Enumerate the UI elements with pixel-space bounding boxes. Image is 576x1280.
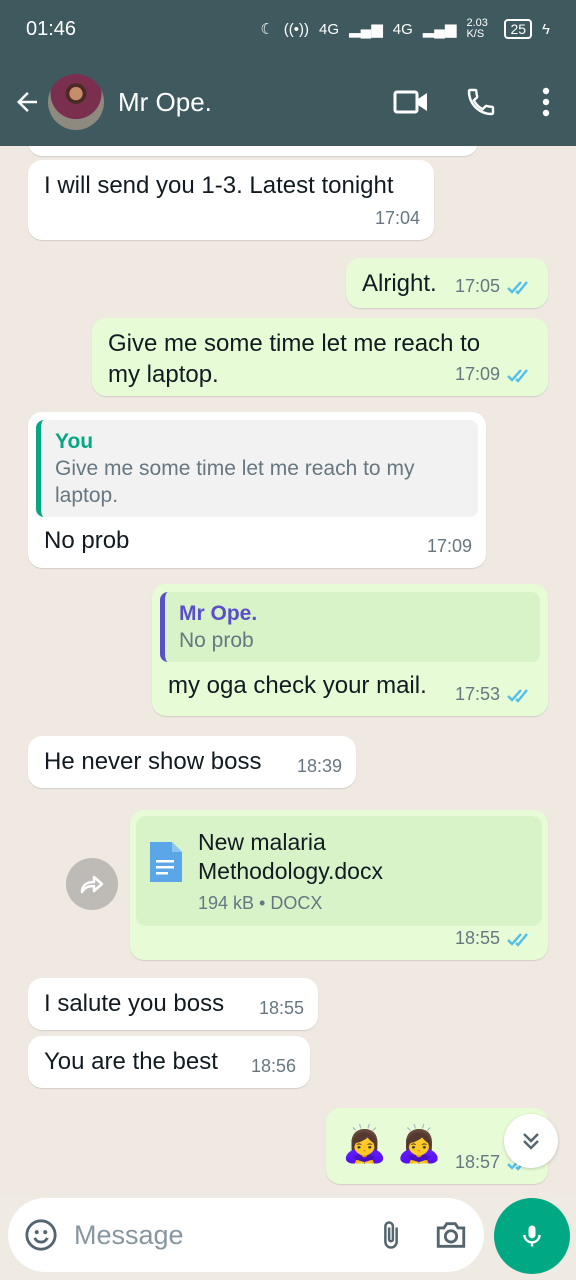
message-bubble-partial [28, 146, 478, 156]
message-incoming[interactable]: I will send you 1-3. Latest tonight 17:0… [28, 160, 434, 240]
signal-icon-2: ▂▄▆ [422, 21, 457, 38]
message-outgoing-reply[interactable]: Mr Ope. No prob my oga check your mail. … [152, 584, 548, 716]
quoted-message[interactable]: You Give me some time let me reach to my… [36, 420, 478, 517]
message-time: 17:09 [454, 364, 500, 384]
scroll-down-icon[interactable] [504, 1114, 558, 1168]
message-time: 17:05 [454, 276, 500, 296]
document-attachment[interactable]: New malaria Methodology.docx 194 kB • DO… [136, 816, 542, 926]
message-incoming-reply[interactable]: You Give me some time let me reach to my… [28, 412, 486, 568]
status-bar: 01:46 ☾ ((•)) 4G ▂▄▆ 4G ▂▄▆ 2.03 K/S 25 … [0, 0, 576, 58]
message-time: 18:56 [250, 1056, 296, 1076]
message-time: 18:55 [258, 998, 304, 1018]
message-time: 18:57 [454, 1152, 500, 1172]
document-icon [150, 842, 182, 882]
quote-text: No prob [179, 629, 254, 652]
contact-name[interactable]: Mr Ope. [118, 87, 376, 118]
charging-icon: ϟ [542, 20, 550, 38]
message-time: 18:39 [296, 756, 342, 776]
document-name: New malaria Methodology.docx [198, 829, 383, 884]
menu-dots-icon[interactable] [516, 87, 576, 117]
mic-icon[interactable] [494, 1198, 570, 1274]
message-text: I salute you boss [44, 990, 225, 1017]
document-meta: 194 kB • DOCX [198, 893, 323, 913]
message-text: 🙇‍♀️ 🙇‍♀️ [342, 1123, 442, 1164]
message-input-bar: Message [8, 1198, 484, 1272]
back-arrow-icon[interactable] [0, 87, 46, 117]
camera-icon[interactable] [434, 1218, 468, 1252]
network-1: 4G [319, 20, 340, 38]
forward-icon[interactable] [66, 858, 118, 910]
message-text: No prob [44, 527, 130, 554]
hotspot-icon: ((•)) [283, 20, 310, 38]
message-time: 17:09 [426, 536, 472, 556]
video-call-icon[interactable] [376, 87, 446, 117]
double-check-icon [507, 368, 528, 383]
message-input[interactable]: Message [74, 1220, 376, 1251]
emoji-icon[interactable] [24, 1218, 58, 1252]
message-outgoing[interactable]: Alright. 17:05 [346, 258, 548, 308]
status-right: ☾ ((•)) 4G ▂▄▆ 4G ▂▄▆ 2.03 K/S 25 ϟ [260, 18, 550, 40]
quote-text: Give me some time let me reach to my lap… [55, 457, 415, 507]
net-speed: 2.03 K/S [466, 17, 488, 40]
message-text: Alright. [362, 270, 437, 297]
double-check-icon [507, 280, 528, 295]
moon-icon: ☾ [260, 21, 274, 38]
message-outgoing[interactable]: Give me some time let me reach to my lap… [92, 318, 548, 396]
message-time: 18:55 [454, 928, 500, 948]
attach-icon[interactable] [376, 1217, 406, 1253]
double-check-icon [507, 688, 528, 703]
message-time: 17:04 [374, 208, 420, 228]
network-2: 4G [392, 20, 413, 38]
message-time: 17:53 [454, 684, 500, 704]
quote-sender: Mr Ope. [179, 602, 258, 625]
status-time: 01:46 [26, 17, 77, 40]
message-text: He never show boss [44, 748, 262, 775]
contact-avatar[interactable] [48, 74, 104, 130]
top-bar: 01:46 ☾ ((•)) 4G ▂▄▆ 4G ▂▄▆ 2.03 K/S 25 … [0, 0, 576, 146]
message-text: You are the best [44, 1048, 218, 1075]
chat-header: Mr Ope. [0, 62, 576, 142]
double-check-icon [507, 932, 528, 947]
message-text: Give me some time let me reach to my lap… [108, 330, 481, 388]
message-incoming[interactable]: He never show boss 18:39 [28, 736, 356, 788]
chat-area[interactable]: I will send you 1-3. Latest tonight 17:0… [0, 146, 576, 1196]
signal-icon: ▂▄▆ [349, 21, 383, 38]
message-outgoing-document[interactable]: New malaria Methodology.docx 194 kB • DO… [130, 810, 548, 960]
phone-icon[interactable] [446, 86, 516, 118]
quote-sender: You [55, 430, 94, 453]
quoted-message[interactable]: Mr Ope. No prob [160, 592, 540, 662]
message-incoming[interactable]: You are the best 18:56 [28, 1036, 310, 1088]
battery-indicator: 25 [504, 19, 533, 39]
message-incoming[interactable]: I salute you boss 18:55 [28, 978, 318, 1030]
message-text: I will send you 1-3. Latest tonight [44, 172, 394, 199]
